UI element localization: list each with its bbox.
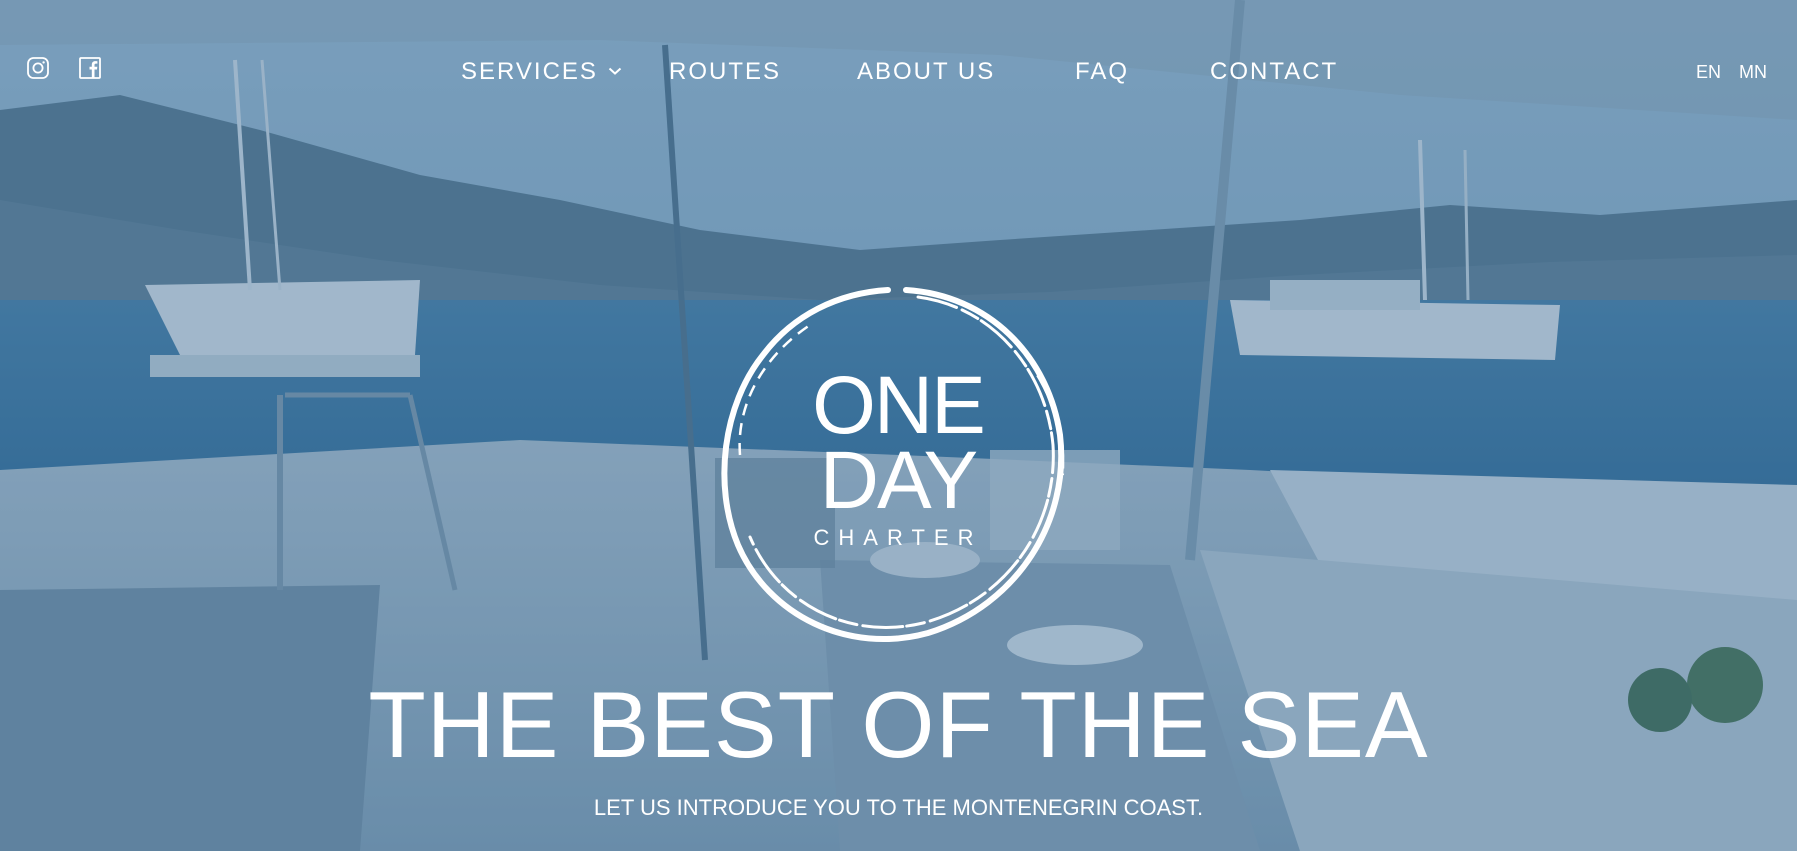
logo-line-charter: CHARTER bbox=[813, 525, 983, 550]
logo-line-day: DAY bbox=[819, 435, 979, 526]
chevron-down-icon bbox=[608, 67, 622, 75]
nav-item-contact[interactable]: CONTACT bbox=[1210, 54, 1338, 90]
nav-item-services[interactable]: SERVICES bbox=[461, 54, 622, 90]
lang-en-link[interactable]: EN bbox=[1696, 58, 1721, 86]
nav-item-routes[interactable]: ROUTES bbox=[669, 54, 781, 90]
nav-item-label: SERVICES bbox=[461, 58, 598, 85]
main-nav: SERVICES ROUTES ABOUT US FAQ CONTACT bbox=[0, 54, 1797, 90]
brand-logo: ONE DAY CHARTER bbox=[718, 285, 1078, 645]
lang-mn-link[interactable]: MN bbox=[1739, 58, 1767, 86]
hero-subline: LET US INTRODUCE YOU TO THE MONTENEGRIN … bbox=[593, 795, 1204, 820]
nav-item-faq[interactable]: FAQ bbox=[1075, 54, 1129, 90]
hero-headline: THE BEST OF THE SEA bbox=[368, 672, 1429, 777]
language-switcher: EN MN bbox=[1696, 58, 1767, 86]
nav-item-about-us[interactable]: ABOUT US bbox=[857, 54, 995, 90]
